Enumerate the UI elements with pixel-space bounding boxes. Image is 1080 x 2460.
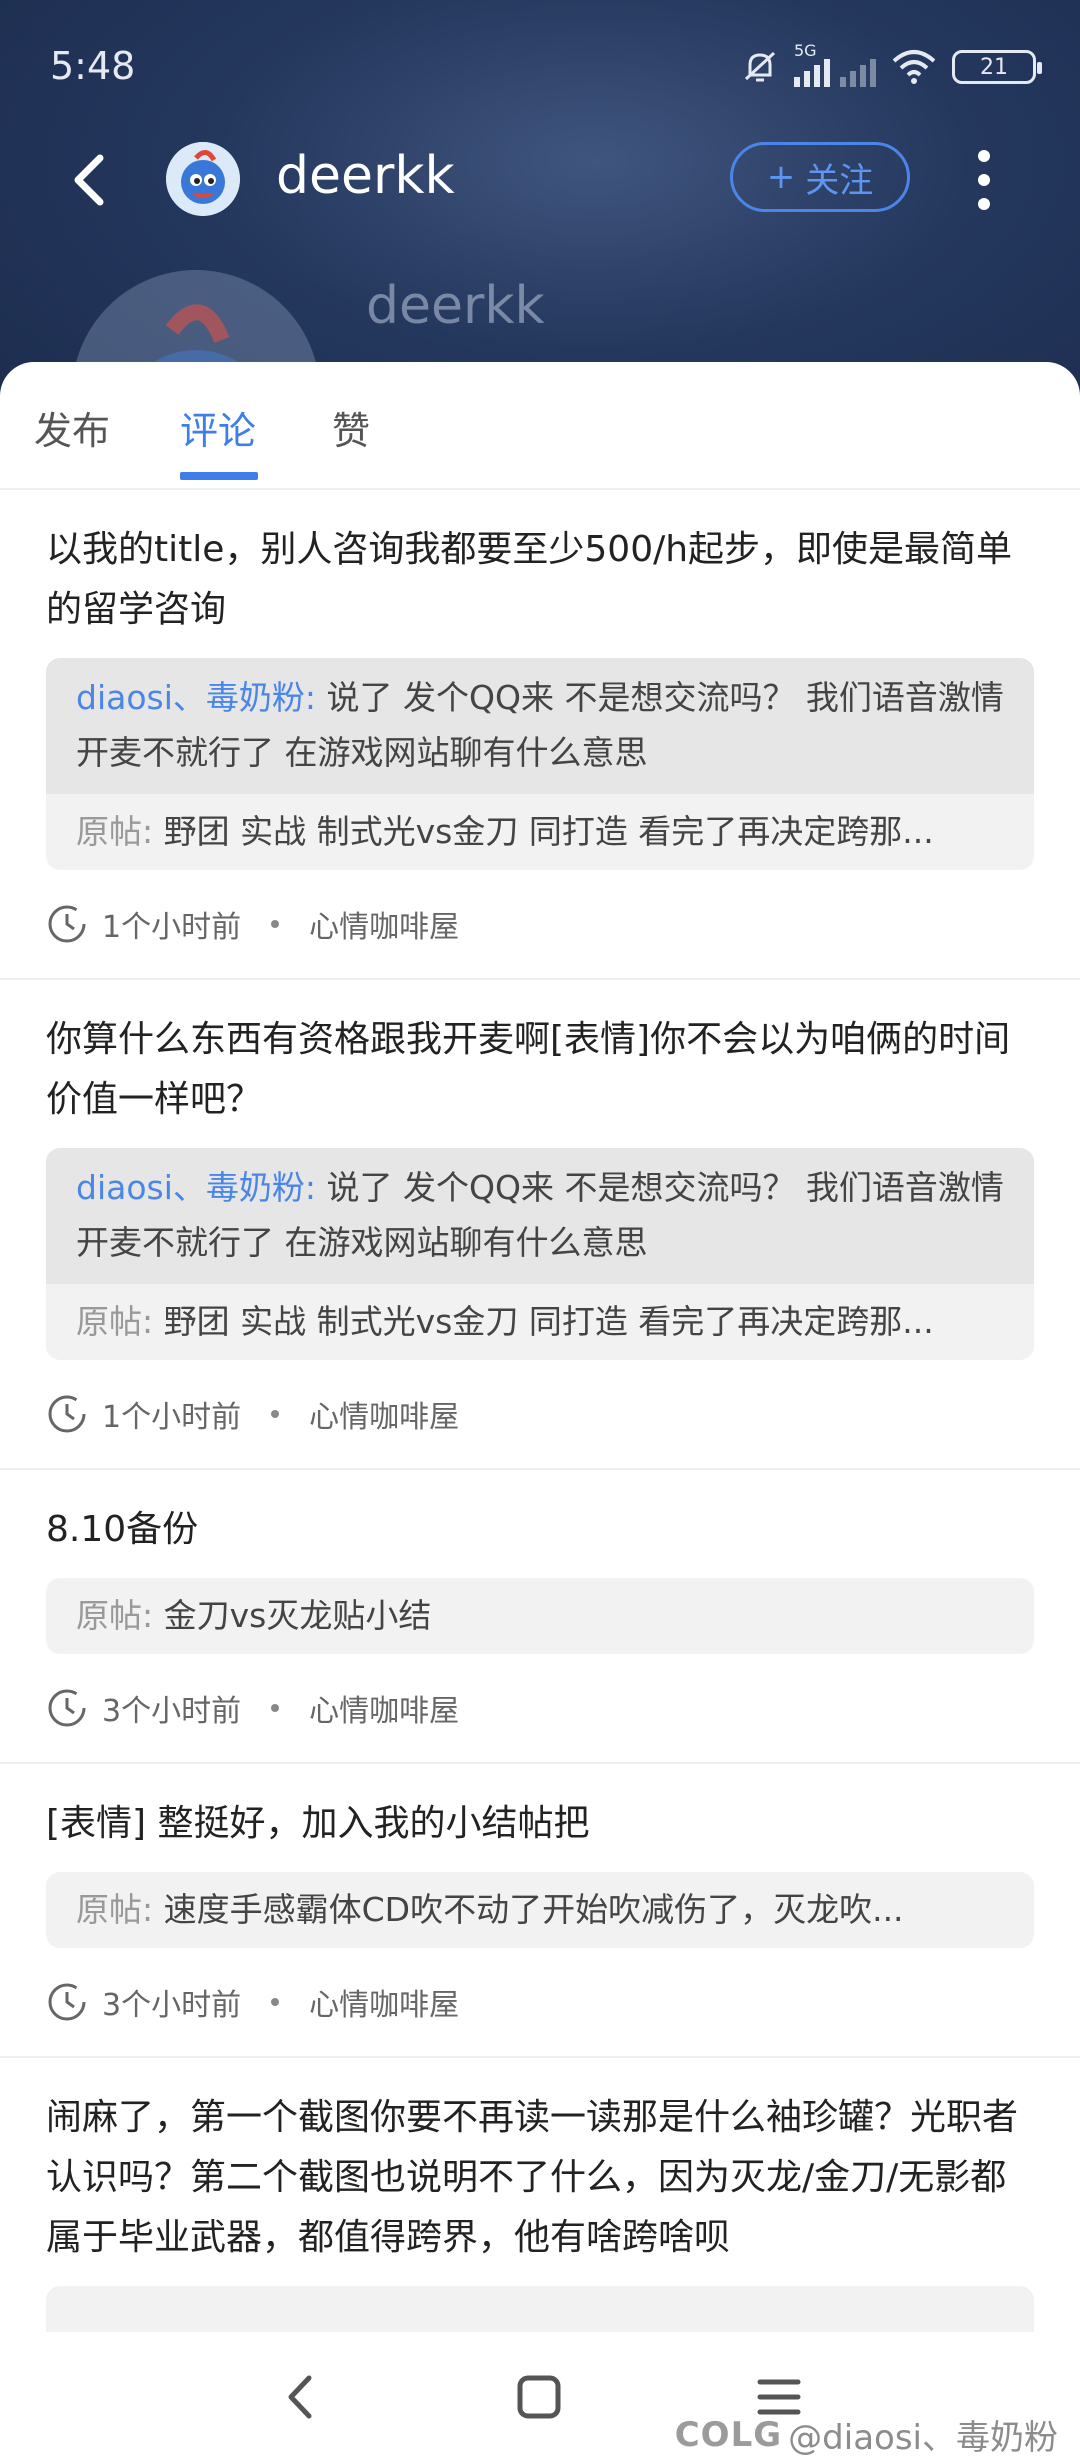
reply-user[interactable]: diaosi、毒奶粉: [76, 678, 316, 717]
separator-dot [271, 1704, 280, 1712]
comment-time: 3个小时前 [102, 1988, 242, 2023]
quoted-block[interactable]: 原帖: 速度手感霸体CD吹不动了开始吹减伤了，灭龙吹... [46, 1872, 1034, 1948]
battery-icon: 21 [952, 50, 1042, 84]
avatar[interactable] [166, 142, 240, 216]
original-post-title: 野团 实战 制式光vs金刀 同打造 看完了再决定跨那... [163, 812, 934, 851]
status-bar: 5:48 5G 21 [0, 0, 1080, 130]
board-name[interactable]: 心情咖啡屋 [309, 902, 459, 946]
tab-likes[interactable]: 赞 [332, 400, 370, 455]
clock-icon [48, 905, 86, 943]
quoted-reply: diaosi、毒奶粉: 说了 发个QQ来 不是想交流吗？ 我们语音激情开麦不就行… [46, 1148, 1034, 1284]
profile-username: deerkk [276, 146, 455, 206]
comment-meta: 1个小时前 心情咖啡屋 [46, 1360, 1034, 1468]
original-post-label: 原帖: [76, 812, 154, 851]
list-item[interactable]: 以我的title，别人咨询我都要至少500/h起步，即使是最简单的留学咨询 di… [0, 490, 1080, 980]
wifi-icon [892, 50, 936, 84]
original-post[interactable]: 原帖: 野团 实战 制式光vs金刀 同打造 看完了再决定跨那... [46, 794, 1034, 870]
content-sheet: 发布 评论 赞 以我的title，别人咨询我都要至少500/h起步，即使是最简单… [0, 362, 1080, 2460]
comment-time: 1个小时前 [102, 1400, 242, 1435]
reply-user[interactable]: diaosi、毒奶粉: [76, 1168, 316, 1207]
separator-dot [271, 920, 280, 928]
status-time: 5:48 [50, 44, 136, 88]
watermark: COLG @diaosi、毒奶粉 [675, 2410, 1058, 2459]
tab-comments[interactable]: 评论 [180, 400, 256, 455]
original-post-label: 原帖: [76, 1302, 154, 1341]
board-name[interactable]: 心情咖啡屋 [309, 1392, 459, 1436]
comment-text: 8.10备份 [46, 1509, 199, 1550]
original-post-title: 金刀vs灭龙贴小结 [163, 1596, 432, 1635]
tab-posts[interactable]: 发布 [34, 400, 110, 455]
back-arrow-icon[interactable] [62, 150, 122, 210]
quoted-block[interactable]: 原帖: 金刀vs灭龙贴小结 [46, 1578, 1034, 1654]
comment-text: 闹麻了，第一个截图你要不再读一读那是什么袖珍罐？光职者认识吗？第二个截图也说明不… [46, 2097, 1019, 2258]
separator-dot [271, 1410, 280, 1418]
signal-icon: 5G [794, 41, 876, 87]
clock-icon [48, 1983, 86, 2021]
original-post-label: 原帖: [76, 1890, 154, 1929]
comment-time: 3个小时前 [102, 1694, 242, 1729]
board-name[interactable]: 心情咖啡屋 [309, 1980, 459, 2024]
list-item[interactable]: 8.10备份 原帖: 金刀vs灭龙贴小结 3个小时前 心情咖啡屋 [0, 1470, 1080, 1764]
comment-text: 以我的title，别人咨询我都要至少500/h起步，即使是最简单的留学咨询 [46, 529, 1013, 630]
nav-home-icon[interactable] [504, 2362, 574, 2432]
original-post-title: 野团 实战 制式光vs金刀 同打造 看完了再决定跨那... [163, 1302, 934, 1341]
watermark-text: @diaosi、毒奶粉 [788, 2418, 1058, 2458]
network-type: 5G [794, 41, 817, 60]
original-post-title: 速度手感霸体CD吹不动了开始吹减伤了，灭龙吹... [163, 1890, 904, 1929]
comment-time: 1个小时前 [102, 910, 242, 945]
cartoon-avatar-icon [166, 142, 240, 216]
quoted-reply: diaosi、毒奶粉: 说了 发个QQ来 不是想交流吗？ 我们语音激情开麦不就行… [46, 658, 1034, 794]
nav-back-icon[interactable] [265, 2362, 335, 2432]
follow-button[interactable]: + 关注 [730, 142, 910, 212]
board-name[interactable]: 心情咖啡屋 [309, 1686, 459, 1730]
top-nav: deerkk + 关注 [0, 130, 1080, 230]
comment-meta: 3个小时前 心情咖啡屋 [46, 1948, 1034, 2056]
list-item[interactable]: [表情] 整挺好，加入我的小结帖把 原帖: 速度手感霸体CD吹不动了开始吹减伤了… [0, 1764, 1080, 2058]
tab-bar: 发布 评论 赞 [0, 362, 1080, 490]
comment-meta: 3个小时前 心情咖啡屋 [46, 1654, 1034, 1762]
quoted-block[interactable]: diaosi、毒奶粉: 说了 发个QQ来 不是想交流吗？ 我们语音激情开麦不就行… [46, 658, 1034, 870]
profile-display-name: deerkk [366, 276, 545, 336]
comment-meta: 1个小时前 心情咖啡屋 [46, 870, 1034, 978]
quoted-block[interactable]: diaosi、毒奶粉: 说了 发个QQ来 不是想交流吗？ 我们语音激情开麦不就行… [46, 1148, 1034, 1360]
separator-dot [271, 1998, 280, 2006]
original-post-label: 原帖: [76, 1596, 154, 1635]
follow-label: 关注 [805, 160, 874, 201]
original-post[interactable]: 原帖: 金刀vs灭龙贴小结 [46, 1578, 1034, 1654]
battery-level: 21 [980, 54, 1008, 80]
list-item[interactable]: 你算什么东西有资格跟我开麦啊[表情]你不会以为咱俩的时间价值一样吧？ diaos… [0, 980, 1080, 1470]
clock-icon [48, 1689, 86, 1727]
original-post[interactable]: 原帖: 野团 实战 制式光vs金刀 同打造 看完了再决定跨那... [46, 1284, 1034, 1360]
tab-active-indicator [180, 472, 258, 480]
plus-icon: + [766, 157, 796, 197]
mute-bell-icon [744, 51, 776, 82]
colg-logo: COLG [674, 2414, 783, 2455]
comment-text: 你算什么东西有资格跟我开麦啊[表情]你不会以为咱俩的时间价值一样吧？ [46, 1019, 1011, 1120]
more-options-icon[interactable] [964, 150, 1004, 210]
clock-icon [48, 1395, 86, 1433]
comment-text: [表情] 整挺好，加入我的小结帖把 [46, 1803, 590, 1844]
status-icons: 5G 21 [740, 41, 1042, 90]
original-post[interactable]: 原帖: 速度手感霸体CD吹不动了开始吹减伤了，灭龙吹... [46, 1872, 1034, 1948]
